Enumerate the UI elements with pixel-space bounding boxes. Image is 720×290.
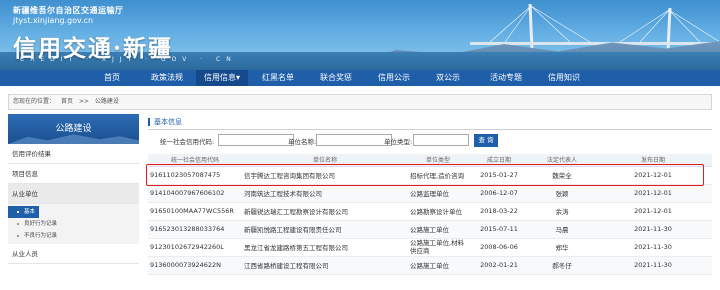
cell-credit-code: 913600007392462​2N bbox=[148, 256, 242, 275]
cell-unit-name[interactable]: 江西省路桥建设工程有限公司 bbox=[242, 256, 408, 275]
cell-established: 2002-01-21 bbox=[468, 256, 530, 275]
table-row[interactable]: 91611023057087475 信宇腾达工程咨询集团有限公司 招标代理,造价… bbox=[148, 166, 712, 185]
cell-unit-type: 公路施工单位 bbox=[408, 256, 468, 275]
cell-unit-type: 招标代理,造价咨询 bbox=[408, 166, 468, 185]
name-label: 单位名称: bbox=[288, 138, 317, 146]
th-credit-code: 统一社会信用代码 bbox=[148, 154, 242, 167]
nav-policy[interactable]: 政策法规 bbox=[143, 70, 191, 86]
sidebar: 公路建设 信用评价结果 项目信息 从业单位 基本信息 良好行为记录 不良行为记录… bbox=[8, 114, 139, 290]
breadcrumb: 您现在的位置： 首页 >> 公路建设 bbox=[8, 94, 712, 110]
site-banner: 新疆维吾尔自治区交通运输厅 jtyst.xinjiang.gov.cn 信用交通… bbox=[0, 0, 720, 70]
cell-established: 2006-12-07 bbox=[468, 184, 530, 203]
nav-double-publicity[interactable]: 双公示 bbox=[428, 70, 468, 86]
table-header-row: 统一社会信用代码 单位名称 单位类型 成立日期 法定代表人 发布日期 bbox=[148, 154, 712, 167]
cell-unit-name[interactable]: 河南筑达工程技术有限公司 bbox=[242, 184, 408, 203]
sidebar-subitem-bad-records[interactable]: 不良行为记录 bbox=[8, 230, 139, 242]
site-logo-subtitle: CREDIT · XJJT · GOV · CN bbox=[20, 56, 237, 63]
cell-legal-rep: 郑华 bbox=[530, 238, 594, 257]
breadcrumb-separator: >> bbox=[78, 98, 89, 105]
cell-credit-code: 91611023057087475 bbox=[148, 166, 242, 185]
cell-legal-rep: 马晨 bbox=[530, 220, 594, 239]
dept-title: 新疆维吾尔自治区交通运输厅 bbox=[13, 6, 124, 15]
cell-established: 2015-07-11 bbox=[468, 220, 530, 239]
code-label: 统一社会信用代码: bbox=[160, 138, 215, 146]
cell-credit-code: 91410400796760610​2 bbox=[148, 184, 242, 203]
section-title: 基本信息 bbox=[148, 114, 712, 130]
cell-credit-code: 912301026729422​60L bbox=[148, 238, 242, 257]
cell-unit-name[interactable]: 新疆锐达瑞汇工程勘察设计有限公司 bbox=[242, 202, 408, 221]
nav-credit-knowledge[interactable]: 信用知识 bbox=[540, 70, 588, 86]
th-unit-type: 单位类型 bbox=[408, 154, 468, 167]
cell-unit-type: 公路监理单位 bbox=[408, 184, 468, 203]
cell-publish-date: 2021-12-01 bbox=[594, 184, 712, 203]
cell-unit-type: 公路施工单位,材料供应商 bbox=[408, 238, 468, 257]
th-publish-date: 发布日期 bbox=[594, 154, 712, 167]
sidebar-item-employer-units[interactable]: 从业单位 bbox=[8, 184, 139, 204]
cell-publish-date: 2021-12-01 bbox=[594, 166, 712, 185]
nav-red-black-list[interactable]: 红黑名单 bbox=[254, 70, 302, 86]
cell-publish-date: 2021-11-30 bbox=[594, 256, 712, 275]
nav-home[interactable]: 首页 bbox=[92, 70, 132, 86]
nav-credit-info[interactable]: 信用信息▾ bbox=[196, 70, 248, 86]
breadcrumb-current: 公路建设 bbox=[94, 98, 119, 105]
cell-credit-code: 91650100MAA77WC556R bbox=[148, 202, 242, 221]
cell-unit-name[interactable]: 新疆凯悦路工程建设有限责任公司 bbox=[242, 220, 408, 239]
cell-publish-date: 2021-12-01 bbox=[594, 202, 712, 221]
cell-established: 2008-06-06 bbox=[468, 238, 530, 257]
cell-unit-type: 公路勘察设计单位 bbox=[408, 202, 468, 221]
nav-activity-topics[interactable]: 活动专题 bbox=[480, 70, 532, 86]
results-table: 统一社会信用代码 单位名称 单位类型 成立日期 法定代表人 发布日期 91611… bbox=[148, 154, 712, 275]
unit-name-input[interactable] bbox=[316, 134, 392, 146]
search-form: 统一社会信用代码: 单位名称: 单位类型: 查 询 bbox=[148, 134, 712, 148]
th-unit-name: 单位名称 bbox=[242, 154, 408, 167]
cell-unit-name[interactable]: 信宇腾达工程咨询集团有限公司 bbox=[242, 166, 408, 185]
site-url: jtyst.xinjiang.gov.cn bbox=[13, 16, 94, 25]
cell-legal-rep: 郝冬仔 bbox=[530, 256, 594, 275]
main-nav: 首页 政策法规 信用信息▾ 红黑名单 联合奖惩 信用公示 双公示 活动专题 信用… bbox=[0, 70, 720, 86]
cell-established: 2018-03-22 bbox=[468, 202, 530, 221]
cell-unit-type: 公路施工单位 bbox=[408, 220, 468, 239]
type-label: 单位类型: bbox=[384, 138, 413, 146]
credit-code-input[interactable] bbox=[218, 134, 294, 146]
nav-joint-reward-punish[interactable]: 联合奖惩 bbox=[312, 70, 360, 86]
cell-established: 2015-01-27 bbox=[468, 166, 530, 185]
sidebar-item-employees[interactable]: 从业人员 bbox=[8, 244, 139, 264]
cell-legal-rep: 张颖 bbox=[530, 184, 594, 203]
cell-publish-date: 2021-11-30 bbox=[594, 238, 712, 257]
table-row[interactable]: 913600007392462​2N 江西省路桥建设工程有限公司 公路施工单位 … bbox=[148, 256, 712, 275]
table-row[interactable]: 912301026729422​60L 黑龙江省龙建路桥第五工程有限公司 公路施… bbox=[148, 238, 712, 257]
sidebar-subitem-good-records[interactable]: 良好行为记录 bbox=[8, 218, 139, 230]
sidebar-subitem-basic-info[interactable]: 基本信息 bbox=[8, 206, 39, 227]
breadcrumb-prefix: 您现在的位置： bbox=[13, 98, 56, 105]
sidebar-header: 公路建设 bbox=[8, 114, 139, 144]
breadcrumb-home[interactable]: 首页 bbox=[61, 98, 73, 105]
search-button[interactable]: 查 询 bbox=[474, 134, 498, 147]
main-content: 基本信息 统一社会信用代码: 单位名称: 单位类型: 查 询 统一社会信用代码 … bbox=[148, 114, 712, 290]
sidebar-item-project-info[interactable]: 项目信息 bbox=[8, 164, 139, 184]
cell-legal-rep: 魏荣全 bbox=[530, 166, 594, 185]
unit-type-input[interactable] bbox=[413, 134, 469, 146]
cell-publish-date: 2021-11-30 bbox=[594, 220, 712, 239]
sidebar-title: 公路建设 bbox=[55, 124, 92, 134]
sidebar-subitems: 基本信息 良好行为记录 不良行为记录 bbox=[8, 204, 139, 244]
sidebar-item-credit-result[interactable]: 信用评价结果 bbox=[8, 144, 139, 164]
cell-unit-name[interactable]: 黑龙江省龙建路桥第五工程有限公司 bbox=[242, 238, 408, 257]
nav-credit-publicity[interactable]: 信用公示 bbox=[370, 70, 418, 86]
cell-credit-code: 916523013288033764 bbox=[148, 220, 242, 239]
table-row[interactable]: 91650100MAA77WC556R 新疆锐达瑞汇工程勘察设计有限公司 公路勘… bbox=[148, 202, 712, 221]
table-row[interactable]: 916523013288033764 新疆凯悦路工程建设有限责任公司 公路施工单… bbox=[148, 220, 712, 239]
th-legal-rep: 法定代表人 bbox=[530, 154, 594, 167]
th-established: 成立日期 bbox=[468, 154, 530, 167]
table-row[interactable]: 91410400796760610​2 河南筑达工程技术有限公司 公路监理单位 … bbox=[148, 184, 712, 203]
cell-legal-rep: 余涛 bbox=[530, 202, 594, 221]
